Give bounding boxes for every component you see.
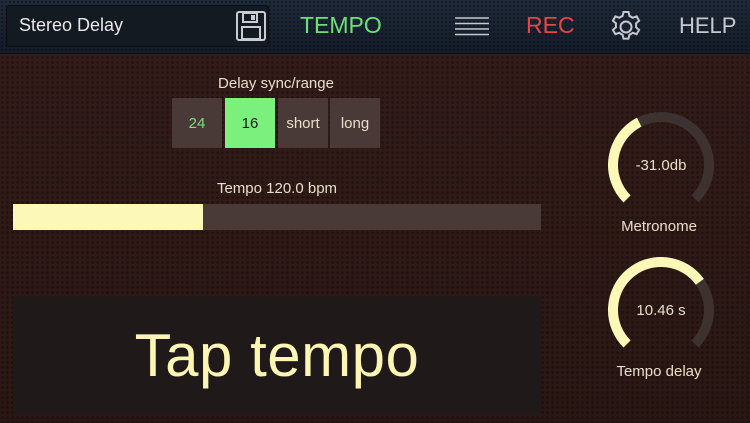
help-button[interactable]: HELP [679,13,736,39]
sync-option-24[interactable]: 24 [172,98,222,148]
tempo-slider-fill [13,204,204,230]
menu-lines-icon[interactable] [455,16,489,38]
top-bar: Stereo Delay TEMPO REC HELP [0,0,750,54]
tab-tempo[interactable]: TEMPO [300,12,382,39]
sync-option-long[interactable]: long [330,98,380,148]
tap-tempo-label: Tap tempo [134,321,420,389]
metronome-label: Metronome [621,218,697,235]
delay-sync-label: Delay sync/range [218,75,334,92]
tempo-slider[interactable] [13,204,541,230]
metronome-value: -31.0db [635,156,687,174]
sync-option-short[interactable]: short [278,98,328,148]
sync-option-16[interactable]: 16 [225,98,275,148]
rec-button[interactable]: REC [526,12,575,39]
save-icon[interactable] [235,10,267,42]
tempo-delay-value: 10.46 s [636,301,686,319]
gear-icon[interactable] [608,9,644,45]
tempo-delay-label: Tempo delay [616,363,702,380]
preset-name: Stereo Delay [19,15,124,35]
tempo-label: Tempo 120.0 bpm [216,180,338,197]
tap-tempo-button[interactable]: Tap tempo [13,296,541,414]
preset-selector[interactable]: Stereo Delay [6,5,269,47]
metronome-knob[interactable]: -31.0db [606,110,716,220]
tempo-delay-knob[interactable]: 10.46 s [606,255,716,365]
